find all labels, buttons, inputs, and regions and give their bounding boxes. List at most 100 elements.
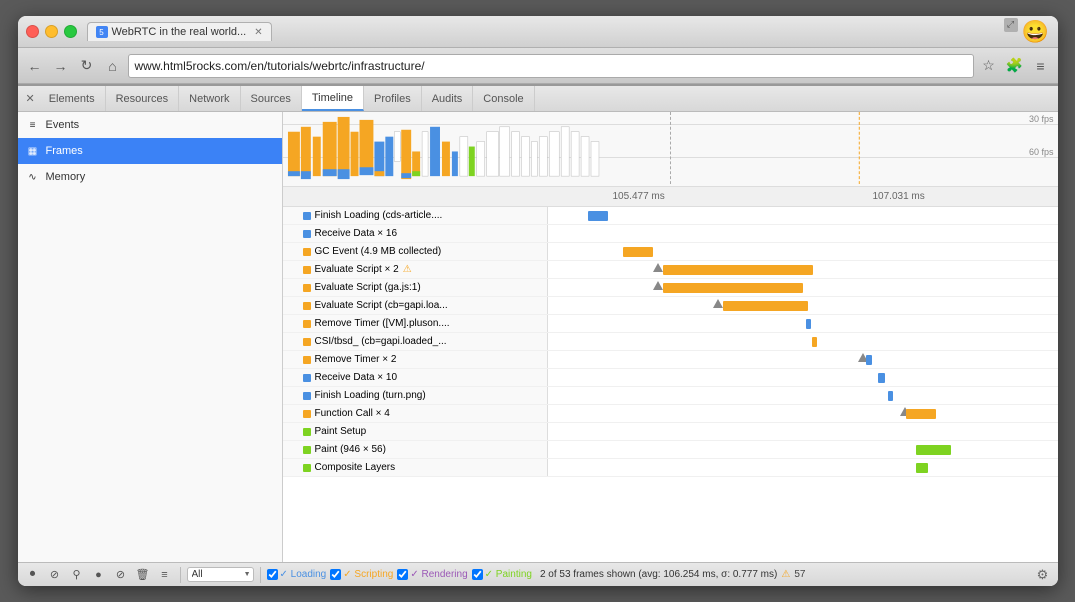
loading-checkbox[interactable]	[267, 569, 278, 580]
rendering-label: ✓ Rendering	[410, 569, 467, 580]
status-text: 2 of 53 frames shown (avg: 106.254 ms, σ…	[540, 569, 777, 580]
record-button[interactable]: ⏺	[24, 566, 42, 584]
painting-checkbox-label[interactable]: ✓ Painting	[472, 569, 532, 580]
sidebar-item-memory[interactable]: ∿ Memory	[18, 164, 282, 190]
record-bar	[866, 355, 872, 365]
record-label: Composite Layers	[283, 459, 548, 476]
filter-dropdown[interactable]: All Loading Scripting Rendering Painting	[187, 567, 254, 582]
record-row: Composite Layers	[283, 459, 1058, 477]
tab-audits[interactable]: Audits	[422, 86, 474, 111]
events-icon: ≡	[26, 118, 40, 132]
record-row: GC Event (4.9 MB collected)	[283, 243, 1058, 261]
record-row: Receive Data × 16	[283, 225, 1058, 243]
sidebar-item-frames[interactable]: ▦ Frames	[18, 138, 282, 164]
record-label: Remove Timer × 2	[283, 351, 548, 368]
home-button[interactable]: ⌂	[102, 55, 124, 77]
record-label: CSI/tbsd_ (cb=gapi.loaded_...	[283, 333, 548, 350]
tab-elements[interactable]: Elements	[39, 86, 106, 111]
record-bar	[888, 391, 893, 401]
record-dot	[303, 230, 311, 238]
trash-button[interactable]: 🗑	[134, 566, 152, 584]
record-label: Evaluate Script (cb=gapi.loa...	[283, 297, 548, 314]
tab-sources[interactable]: Sources	[241, 86, 302, 111]
close-button[interactable]	[26, 25, 39, 38]
expand-triangle	[713, 299, 723, 308]
record-timeline	[548, 351, 1058, 368]
reload-button[interactable]: ↻	[76, 55, 98, 77]
record-timeline	[548, 261, 1058, 278]
record-row: Receive Data × 10	[283, 369, 1058, 387]
forward-button[interactable]: →	[50, 55, 72, 77]
warning-count: 57	[794, 569, 805, 580]
record-dot	[303, 464, 311, 472]
painting-checkbox[interactable]	[472, 569, 483, 580]
info-button[interactable]: ≡	[156, 566, 174, 584]
back-button[interactable]: ←	[24, 55, 46, 77]
record-dot	[303, 356, 311, 364]
sidebar-item-events[interactable]: ≡ Events	[18, 112, 282, 138]
record-row: Function Call × 4	[283, 405, 1058, 423]
menu-icon[interactable]: ≡	[1030, 55, 1052, 77]
browser-tab[interactable]: 5 WebRTC in the real world... ✕	[87, 22, 272, 41]
stop-button[interactable]: ⊘	[112, 566, 130, 584]
record-bar	[663, 265, 813, 275]
record-timeline	[548, 279, 1058, 296]
url-bar[interactable]: www.html5rocks.com/en/tutorials/webrtc/i…	[128, 54, 974, 78]
extension-icon[interactable]: 🧩	[1004, 55, 1026, 77]
record-bar	[916, 445, 951, 455]
record-row: Paint Setup	[283, 423, 1058, 441]
tab-network[interactable]: Network	[179, 86, 240, 111]
record-bar	[623, 247, 653, 257]
timeline-records: Finish Loading (cds-article.... Receive …	[283, 207, 1058, 562]
tab-close-icon[interactable]: ✕	[254, 27, 262, 38]
record-timeline	[548, 225, 1058, 242]
tab-console[interactable]: Console	[473, 86, 534, 111]
time-header: 105.477 ms 107.031 ms	[283, 187, 1058, 207]
timeline-body: ≡ Events ▦ Frames ∿ Memory	[18, 112, 1058, 562]
scripting-checkbox-label[interactable]: ✓ Scripting	[330, 569, 393, 580]
record-dot	[303, 248, 311, 256]
devtools-close-button[interactable]: ✕	[22, 90, 39, 107]
record-dot	[303, 212, 311, 220]
record-timeline	[548, 441, 1058, 458]
loading-checkbox-label[interactable]: ✓ Loading	[267, 569, 327, 580]
record-timeline	[548, 243, 1058, 260]
filter-button[interactable]: ⚲	[68, 566, 86, 584]
separator	[180, 567, 181, 583]
record-timeline	[548, 333, 1058, 350]
title-bar: 5 WebRTC in the real world... ✕ ⤢ 😀	[18, 16, 1058, 48]
sidebar-panel: ≡ Events ▦ Frames ∿ Memory	[18, 112, 283, 562]
record-timeline	[548, 405, 1058, 422]
minimize-button[interactable]	[45, 25, 58, 38]
maximize-button[interactable]	[64, 25, 77, 38]
bottom-toolbar: ⏺ ⊘ ⚲ ● ⊘ 🗑 ≡ All Loading Scripting Rend…	[18, 562, 1058, 586]
clear-button[interactable]: ⊘	[46, 566, 64, 584]
tab-timeline[interactable]: Timeline	[302, 86, 364, 111]
record-label: Evaluate Script × 2 ⚠	[283, 261, 548, 278]
record-label: Receive Data × 10	[283, 369, 548, 386]
record-row: Finish Loading (cds-article....	[283, 207, 1058, 225]
record-bar	[906, 409, 936, 419]
record-bar	[663, 283, 803, 293]
settings-button[interactable]: ⚙	[1034, 566, 1052, 584]
main-panel: 30 fps 60 fps	[283, 112, 1058, 562]
resize-icon[interactable]: ⤢	[1004, 18, 1018, 32]
tab-profiles[interactable]: Profiles	[364, 86, 422, 111]
filter-select[interactable]: All Loading Scripting Rendering Painting	[187, 567, 254, 582]
record-row: Paint (946 × 56)	[283, 441, 1058, 459]
bookmark-icon[interactable]: ☆	[978, 55, 1000, 77]
scripting-checkbox[interactable]	[330, 569, 341, 580]
record-label: Receive Data × 16	[283, 225, 548, 242]
flame-button[interactable]: ●	[90, 566, 108, 584]
scripting-label: ✓ Scripting	[343, 569, 393, 580]
window-controls: ⤢ 😀	[1004, 18, 1050, 46]
record-row: CSI/tbsd_ (cb=gapi.loaded_...	[283, 333, 1058, 351]
record-bar	[878, 373, 885, 383]
traffic-lights	[26, 25, 77, 38]
rendering-checkbox[interactable]	[397, 569, 408, 580]
rendering-checkbox-label[interactable]: ✓ Rendering	[397, 569, 467, 580]
loading-label: ✓ Loading	[280, 569, 327, 580]
devtools-content: ≡ Events ▦ Frames ∿ Memory	[18, 112, 1058, 586]
tab-resources[interactable]: Resources	[106, 86, 180, 111]
record-label: Evaluate Script (ga.js:1)	[283, 279, 548, 296]
